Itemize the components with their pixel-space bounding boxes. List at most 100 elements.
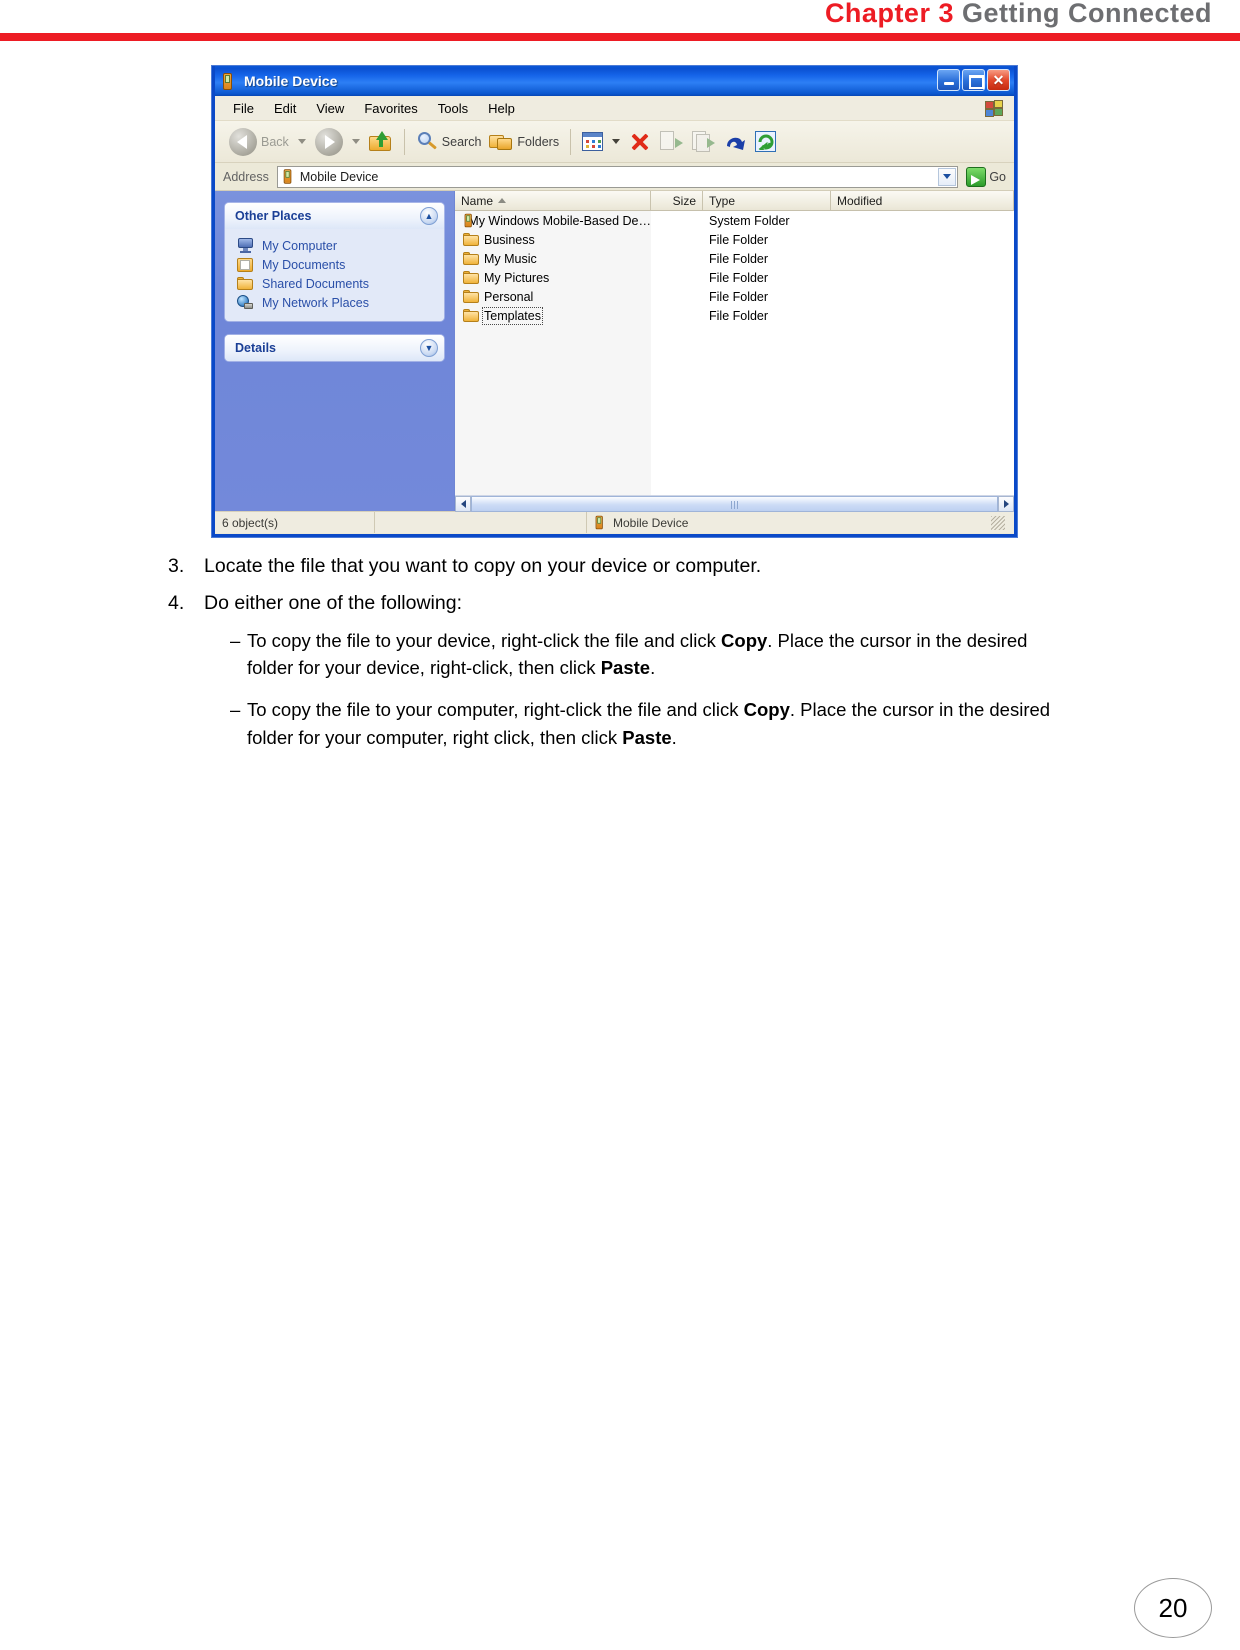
address-input[interactable]: Mobile Device bbox=[276, 165, 959, 188]
substep-dash: – bbox=[230, 699, 241, 720]
other-places-header[interactable]: Other Places ▲ bbox=[225, 203, 444, 229]
shared-documents-icon bbox=[237, 277, 254, 291]
back-dropdown-icon[interactable] bbox=[297, 139, 306, 144]
scroll-left-icon[interactable] bbox=[455, 495, 471, 512]
substep-emphasis-copy: Copy bbox=[743, 699, 790, 720]
status-location-label: Mobile Device bbox=[613, 515, 689, 530]
substep-emphasis-copy: Copy bbox=[721, 629, 768, 651]
chevron-down-icon[interactable]: ▼ bbox=[420, 339, 438, 357]
step-number: 4. bbox=[168, 592, 185, 615]
close-button[interactable]: ✕ bbox=[987, 69, 1010, 91]
undo-icon bbox=[723, 131, 747, 152]
column-header-type-label: Type bbox=[709, 193, 736, 208]
table-row[interactable]: My Pictures File Folder bbox=[455, 268, 1014, 287]
address-mobile-device-icon bbox=[282, 169, 293, 184]
other-places-items: My Computer My Documents Shared Document… bbox=[225, 229, 444, 321]
undo-button[interactable] bbox=[719, 126, 751, 158]
back-button[interactable]: Back bbox=[225, 126, 293, 158]
column-header-type[interactable]: Type bbox=[703, 191, 831, 210]
go-button[interactable]: Go bbox=[962, 166, 1010, 187]
table-row[interactable]: My Windows Mobile-Based De… System Folde… bbox=[455, 211, 1014, 230]
substep-text: To copy the file to your computer, right… bbox=[247, 696, 1077, 752]
maximize-button[interactable] bbox=[962, 69, 985, 91]
file-type-cell: File Folder bbox=[709, 289, 769, 304]
my-documents-icon bbox=[237, 257, 254, 273]
views-dropdown-icon[interactable] bbox=[612, 139, 621, 144]
file-type-cell: File Folder bbox=[709, 251, 769, 266]
file-type-cell: File Folder bbox=[709, 232, 769, 247]
menu-item-favorites[interactable]: Favorites bbox=[354, 99, 427, 118]
task-item-shared-documents[interactable]: Shared Documents bbox=[237, 275, 436, 293]
minimize-button[interactable] bbox=[937, 69, 960, 91]
file-list: Name Size Type Modified My Windows Mobil… bbox=[455, 191, 1014, 512]
substep-part: . bbox=[650, 657, 656, 679]
scroll-right-icon[interactable] bbox=[998, 495, 1014, 512]
menu-item-view[interactable]: View bbox=[306, 99, 354, 118]
search-button[interactable]: Search bbox=[412, 126, 486, 158]
scrollbar-thumb[interactable] bbox=[471, 495, 998, 512]
column-header-name-label: Name bbox=[461, 193, 494, 208]
file-name-cell: My Music bbox=[455, 251, 651, 266]
table-row[interactable]: Business File Folder bbox=[455, 230, 1014, 249]
chapter-label: Chapter 3 bbox=[824, 0, 954, 28]
header-rule bbox=[0, 33, 1240, 41]
sort-ascending-icon bbox=[498, 198, 507, 203]
table-row[interactable]: Templates File Folder bbox=[455, 306, 1014, 325]
menu-item-edit[interactable]: Edit bbox=[264, 99, 306, 118]
column-header-size[interactable]: Size bbox=[651, 191, 703, 210]
address-label: Address bbox=[223, 169, 269, 184]
table-row[interactable]: Personal File Folder bbox=[455, 287, 1014, 306]
forward-dropdown-icon[interactable] bbox=[351, 139, 360, 144]
task-item-my-computer[interactable]: My Computer bbox=[237, 236, 436, 255]
table-row[interactable]: My Music File Folder bbox=[455, 249, 1014, 268]
substep-part: To copy the file to your computer, right… bbox=[247, 699, 744, 720]
step-text: Do either one of the following: bbox=[204, 592, 462, 615]
page-number: 20 bbox=[1134, 1578, 1212, 1638]
close-icon: ✕ bbox=[992, 71, 1005, 88]
status-location: Mobile Device bbox=[587, 512, 1014, 533]
file-name-label: Business bbox=[484, 232, 535, 247]
delete-button[interactable] bbox=[625, 126, 655, 158]
menu-item-help[interactable]: Help bbox=[478, 99, 525, 118]
running-head: Chapter 3 Getting Connected bbox=[825, 0, 1212, 29]
address-dropdown-icon[interactable] bbox=[938, 167, 957, 186]
refresh-icon bbox=[755, 131, 777, 152]
column-header-name[interactable]: Name bbox=[455, 191, 651, 210]
search-label: Search bbox=[441, 134, 482, 149]
resize-grip-icon[interactable] bbox=[991, 515, 1005, 530]
menu-item-tools[interactable]: Tools bbox=[428, 99, 478, 118]
column-header-modified-label: Modified bbox=[837, 193, 883, 208]
forward-button[interactable] bbox=[311, 126, 347, 158]
page-header: Chapter 3 Getting Connected bbox=[0, 0, 1240, 42]
move-to-button[interactable] bbox=[655, 126, 687, 158]
details-header[interactable]: Details ▼ bbox=[225, 335, 444, 361]
mobile-device-icon bbox=[594, 515, 604, 530]
task-item-my-network-places[interactable]: My Network Places bbox=[237, 293, 436, 312]
chevron-up-icon[interactable]: ▲ bbox=[420, 207, 438, 225]
menu-item-file[interactable]: File bbox=[223, 99, 264, 118]
scrollbar-track[interactable] bbox=[471, 495, 998, 512]
refresh-button[interactable] bbox=[751, 126, 780, 158]
substep-emphasis-paste: Paste bbox=[600, 657, 651, 679]
toolbar-separator-2 bbox=[570, 128, 572, 155]
substep-part: To copy the file to your device, right-c… bbox=[247, 629, 722, 651]
file-name-label: My Pictures bbox=[484, 270, 550, 285]
horizontal-scrollbar[interactable] bbox=[455, 495, 1014, 512]
explorer-window: Mobile Device ✕ File Edit View Favorites… bbox=[212, 66, 1017, 537]
task-item-label: My Computer bbox=[262, 238, 338, 253]
substep-computer: – To copy the file to your computer, rig… bbox=[230, 696, 1168, 752]
file-rows-area: My Windows Mobile-Based De… System Folde… bbox=[455, 211, 1014, 495]
copy-to-button[interactable] bbox=[687, 126, 719, 158]
status-bar: 6 object(s) Mobile Device bbox=[215, 511, 1014, 533]
up-one-level-button[interactable] bbox=[365, 126, 397, 158]
column-header-modified[interactable]: Modified bbox=[831, 191, 1014, 210]
folder-icon bbox=[463, 289, 480, 304]
file-name-cell: Personal bbox=[455, 289, 651, 304]
back-icon bbox=[229, 127, 257, 156]
folder-icon bbox=[463, 251, 480, 266]
task-item-my-documents[interactable]: My Documents bbox=[237, 255, 436, 275]
go-label: Go bbox=[989, 169, 1006, 184]
folders-button[interactable]: Folders bbox=[485, 126, 563, 158]
views-button[interactable] bbox=[578, 126, 607, 158]
task-item-label: Shared Documents bbox=[262, 277, 370, 291]
